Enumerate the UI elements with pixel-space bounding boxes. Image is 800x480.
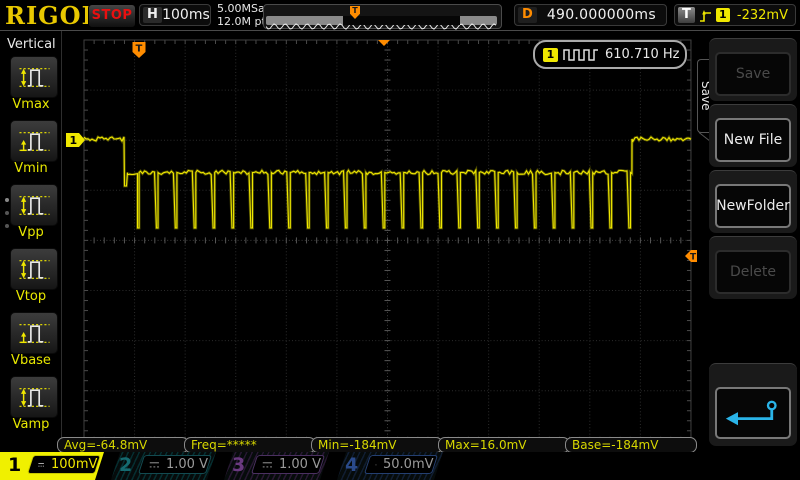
page-indicator-dot <box>5 211 9 215</box>
freq-counter-channel-badge: 1 <box>543 48 558 62</box>
channel-3-scale-box: 1.00 V <box>251 455 325 474</box>
oscilloscope-screen: RIGOL STOP H 100ms 5.00MSa/s 12.0M pts T… <box>0 0 800 480</box>
run-state-indicator[interactable]: STOP <box>88 4 136 28</box>
trigger-level-value: -232mV <box>730 8 795 23</box>
frequency-counter: 1 610.710 Hz <box>533 40 687 69</box>
vmin-icon <box>16 128 52 155</box>
page-indicator-dot <box>5 224 9 228</box>
vpp-icon <box>16 192 52 219</box>
vtop-label: Vtop <box>0 289 62 304</box>
vbase-label: Vbase <box>0 353 62 368</box>
channel-1-scale-box: 100mV <box>27 455 101 474</box>
channel-4-scale: 50.0mV <box>383 457 434 472</box>
channel-4-number: 4 <box>345 454 358 476</box>
measurement-base[interactable]: Base=-184mV <box>565 437 697 453</box>
horizontal-label: H <box>143 7 162 23</box>
vmax-button[interactable] <box>10 56 58 98</box>
rigol-logo: RIGOL <box>5 1 99 30</box>
channel-1-scale: 100mV <box>51 457 97 472</box>
vpp-label: Vpp <box>0 225 62 240</box>
vamp-label: Vamp <box>0 417 62 432</box>
measurement-freq[interactable]: Freq=***** <box>184 437 316 453</box>
channel-3-number: 3 <box>232 454 245 476</box>
dc-coupling-icon <box>262 460 273 470</box>
sidebar-title: Vertical <box>7 37 56 52</box>
dc-coupling-icon <box>38 460 45 470</box>
menu-slot: NewFolder <box>709 170 797 233</box>
measurement-min[interactable]: Min=-184mV <box>311 437 443 453</box>
channel-2-badge[interactable]: 2 1.00 V <box>111 452 218 480</box>
vmax-icon <box>16 64 52 91</box>
menu-slot: New File <box>709 104 797 167</box>
vamp-button[interactable] <box>10 376 58 418</box>
rising-edge-icon <box>699 8 712 23</box>
new-folder-button[interactable]: NewFolder <box>715 184 791 228</box>
delay-widget[interactable]: D 490.000000ms <box>514 4 667 26</box>
svg-text:T: T <box>690 253 697 263</box>
vmax-label: Vmax <box>0 97 62 112</box>
measure-sidebar: Vertical Vmax Vmin Vpp Vtop Vbase Vamp <box>0 31 62 450</box>
vamp-icon <box>16 384 52 411</box>
channel-3-badge[interactable]: 3 1.00 V <box>224 452 331 480</box>
trigger-label: T <box>678 7 695 23</box>
return-arrow-icon <box>723 398 783 428</box>
menu-slot: Delete <box>709 236 797 299</box>
horizontal-timebase-widget[interactable]: H 100ms <box>139 4 211 26</box>
channel-1-badge[interactable]: 1 100mV <box>0 452 107 480</box>
vtop-button[interactable] <box>10 248 58 290</box>
preview-visible-window[interactable] <box>343 16 460 25</box>
waveform-position-preview[interactable]: T <box>263 4 502 29</box>
menu-slot <box>709 363 797 446</box>
page-indicator-dot <box>5 198 9 202</box>
save-button[interactable]: Save <box>715 52 791 96</box>
delay-center-marker <box>378 40 390 46</box>
delay-label: D <box>518 7 537 23</box>
vbase-icon <box>16 320 52 347</box>
freq-counter-value: 610.710 Hz <box>605 47 680 62</box>
svg-text:1: 1 <box>70 134 78 147</box>
new-file-button[interactable]: New File <box>715 118 791 162</box>
save-menu-panel: Save Save New File NewFolder Delete <box>697 31 800 450</box>
dc-coupling-icon <box>375 460 377 470</box>
back-button[interactable] <box>715 387 791 439</box>
channel-2-scale-box: 1.00 V <box>138 455 212 474</box>
vbase-button[interactable] <box>10 312 58 354</box>
menu-slot: Save <box>709 38 797 101</box>
measurement-max[interactable]: Max=16.0mV <box>438 437 570 453</box>
delay-value: 490.000000ms <box>537 7 666 23</box>
channel-status-bar: 1 100mV 2 1.00 V 3 <box>0 452 800 480</box>
vmin-button[interactable] <box>10 120 58 162</box>
delete-button[interactable]: Delete <box>715 250 791 294</box>
waveform-display-area: T T 1 <box>62 31 700 450</box>
dc-coupling-icon <box>149 460 160 470</box>
top-status-bar: RIGOL STOP H 100ms 5.00MSa/s 12.0M pts T… <box>0 0 800 31</box>
channel-3-scale: 1.00 V <box>279 457 321 472</box>
svg-text:T: T <box>136 44 143 55</box>
channel-4-scale-box: 50.0mV <box>364 455 438 474</box>
channel-4-badge[interactable]: 4 50.0mV <box>337 452 445 480</box>
vpp-button[interactable] <box>10 184 58 226</box>
channel-2-number: 2 <box>119 454 132 476</box>
channel-1-number: 1 <box>8 454 21 476</box>
measurement-avg[interactable]: Avg=-64.8mV <box>57 437 189 453</box>
channel-2-scale: 1.00 V <box>166 457 208 472</box>
timebase-value: 100ms <box>162 7 210 23</box>
vmin-label: Vmin <box>0 161 62 176</box>
trigger-source-badge: 1 <box>716 8 730 22</box>
preview-memory-bar <box>266 16 497 25</box>
square-wave-icon <box>563 49 599 61</box>
trigger-widget[interactable]: T 1 -232mV <box>674 4 796 26</box>
vtop-icon <box>16 256 52 283</box>
